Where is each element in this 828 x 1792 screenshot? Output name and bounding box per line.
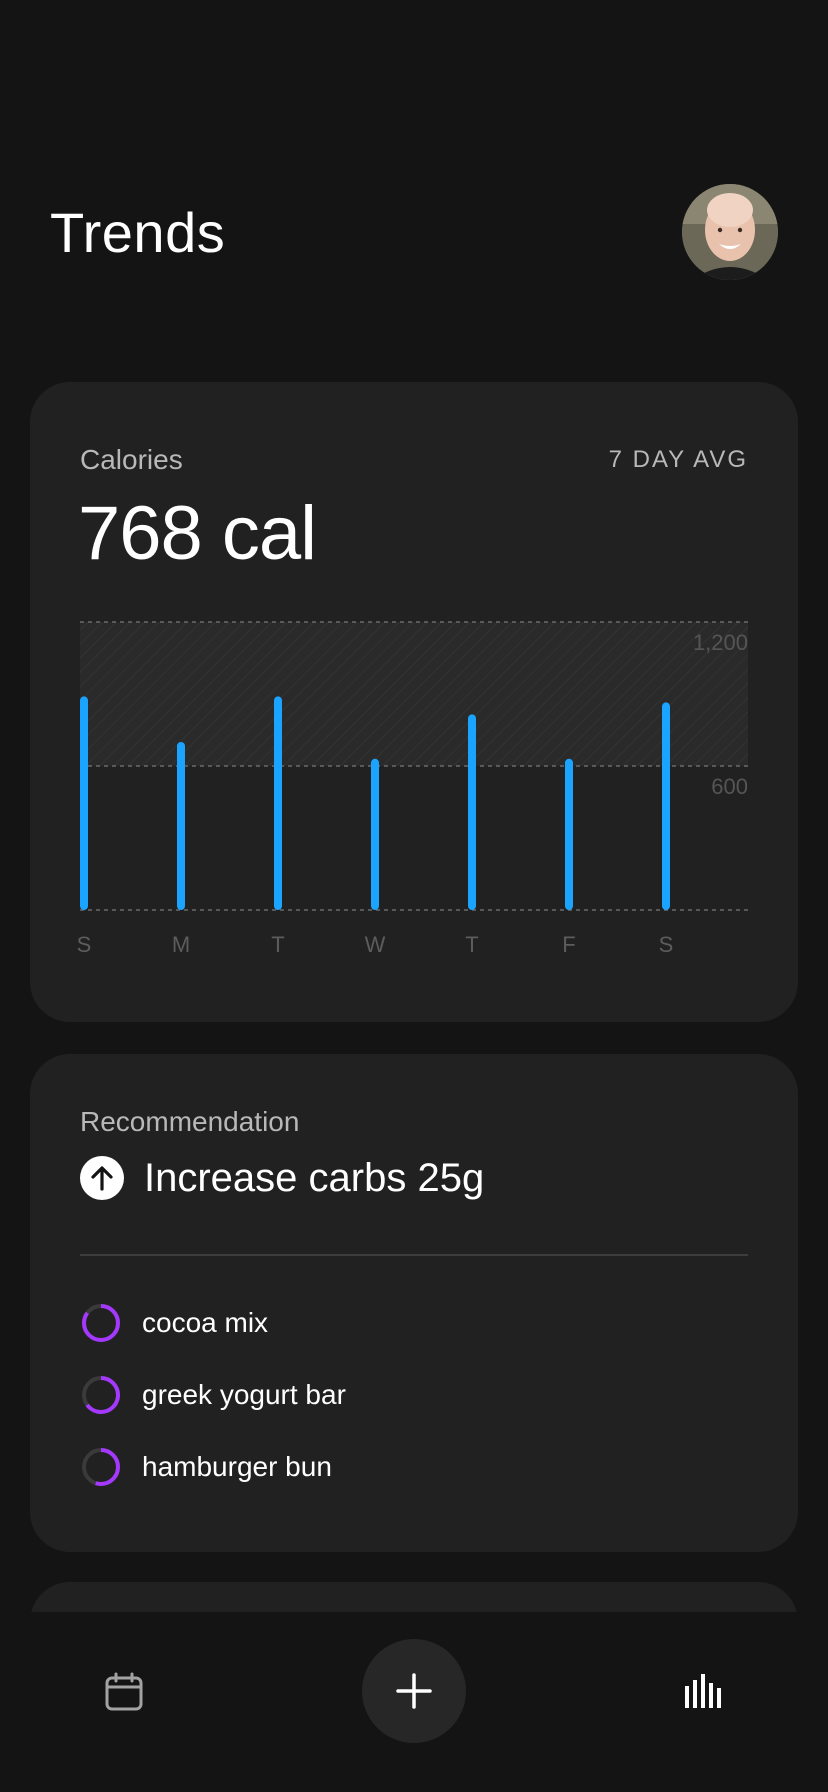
bar [177,742,185,910]
food-item[interactable]: greek yogurt bar [80,1374,346,1416]
food-item[interactable]: cocoa mix [80,1302,346,1344]
arrow-up-icon [80,1156,124,1200]
food-item[interactable]: hamburger bun [80,1446,346,1488]
plus-icon [396,1673,432,1709]
bar [662,702,670,910]
recommendation-title: Increase carbs 25g [144,1155,485,1200]
recommendation-label: Recommendation [80,1106,300,1137]
x-tick-label: M [172,932,190,957]
food-name: cocoa mix [142,1307,269,1338]
bar [371,758,379,910]
divider [80,1254,748,1256]
progress-ring-icon [82,1376,120,1414]
x-tick-label: W [365,932,386,957]
bottom-nav [0,1612,828,1792]
x-tick-label: S [659,932,674,957]
bar [80,696,88,910]
food-name: greek yogurt bar [142,1379,346,1410]
trends-bars-icon[interactable] [684,1674,724,1713]
recommendation-card[interactable]: Recommendation Increase carbs 25g cocoa … [30,1054,798,1552]
bar [274,696,282,910]
bar [565,758,573,910]
page-title: Trends [50,201,226,264]
avatar-photo [682,184,778,280]
recommendation-header: Increase carbs 25g [80,1156,484,1200]
add-button[interactable] [362,1639,466,1743]
calories-card[interactable]: Calories 7 DAY AVG 768 cal 600 1,200 S M T W T… [30,382,798,1022]
bar [468,714,476,910]
x-tick-label: F [562,932,575,957]
avatar[interactable] [682,184,778,280]
x-tick-label: T [465,932,478,957]
food-list: cocoa mix greek yogurt bar hamburger bun [80,1302,346,1518]
food-name: hamburger bun [142,1451,332,1482]
calories-bar-chart: 600 1,200 S M T W T F S [77,621,748,957]
progress-ring-icon [82,1304,120,1342]
x-tick-label: T [271,932,284,957]
calendar-icon[interactable] [104,1672,144,1717]
y-tick-label: 1,200 [693,630,748,655]
progress-ring-icon [82,1448,120,1486]
x-tick-label: S [77,932,92,957]
y-tick-label: 600 [711,774,748,799]
